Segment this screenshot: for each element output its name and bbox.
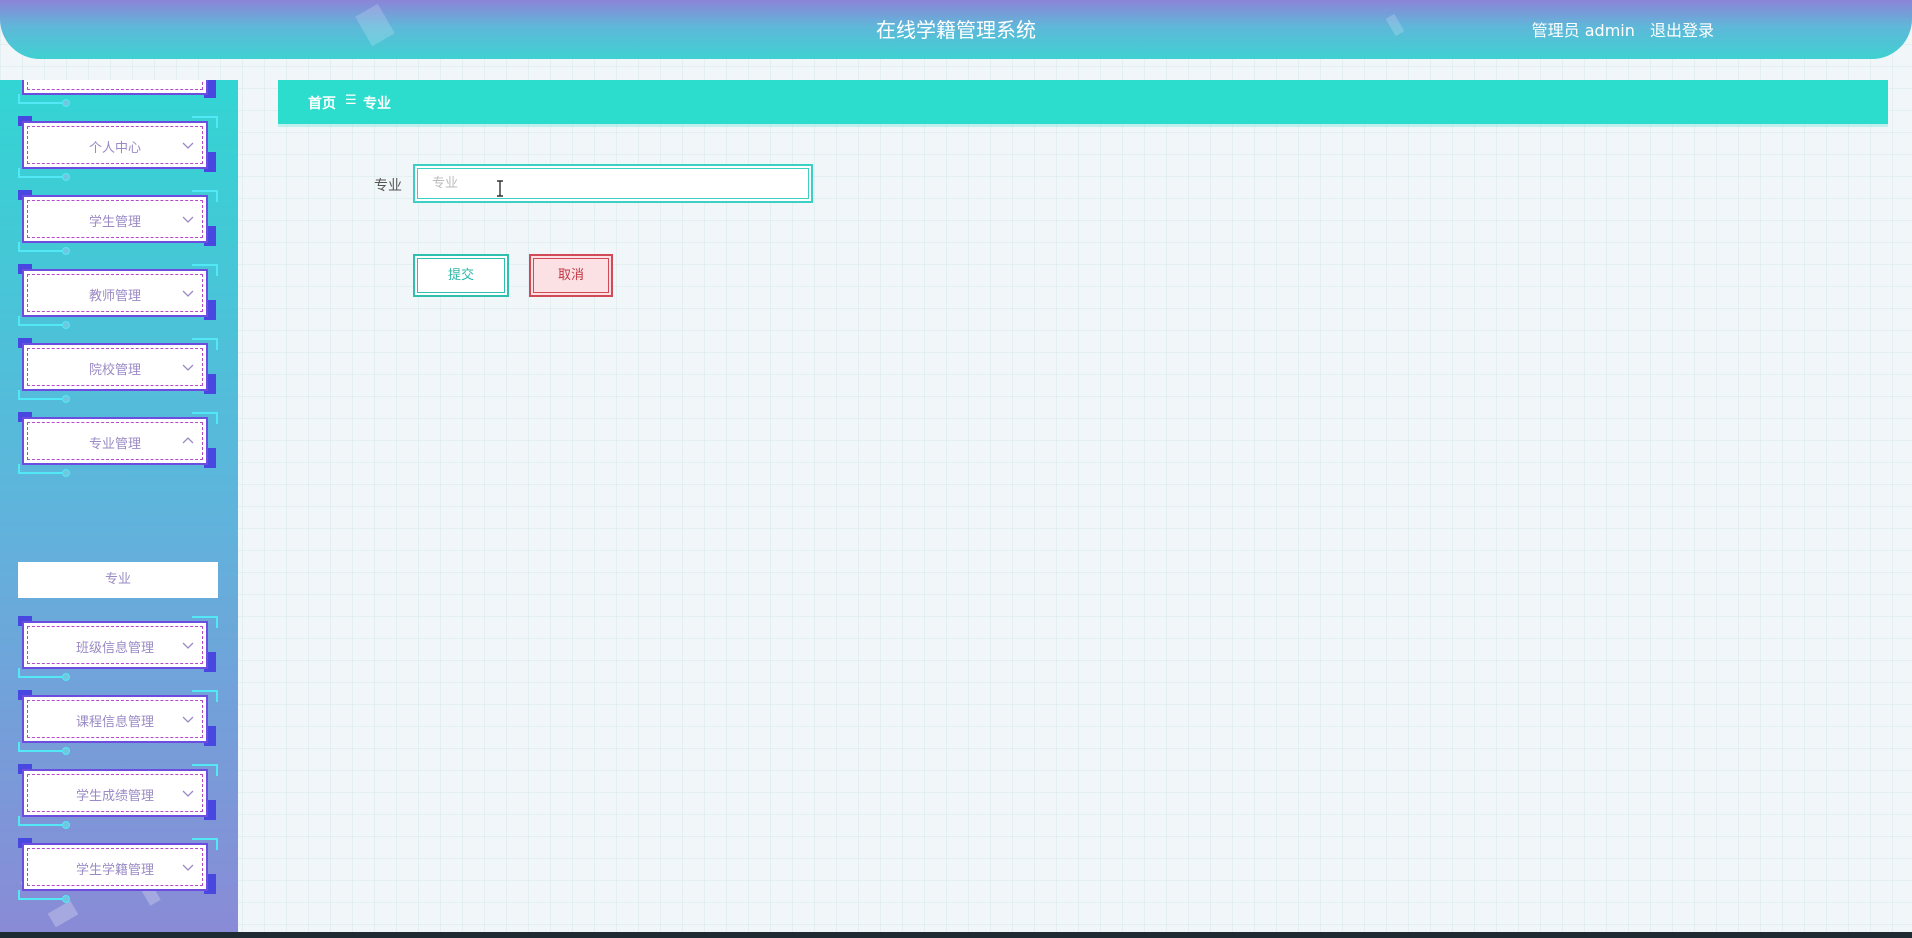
sidebar-decoration — [47, 900, 79, 928]
breadcrumb: 首页 ☰ 专业 — [278, 80, 1888, 124]
logout-link[interactable]: 退出登录 — [1650, 21, 1714, 40]
chevron-down-icon — [182, 790, 194, 797]
sidebar-item-box: 学生成绩管理 — [22, 769, 208, 817]
sidebar-item[interactable]: 课程信息管理 — [18, 690, 218, 755]
top-header: 在线学籍管理系统 管理员 admin 退出登录 — [0, 0, 1912, 59]
sidebar-item-box: 个人中心 — [22, 121, 208, 169]
sidebar-item[interactable]: 院校管理 — [18, 338, 218, 403]
frame-corner — [18, 890, 70, 903]
chevron-down-icon — [182, 642, 194, 649]
major-input-frame — [413, 164, 813, 203]
sidebar-item-box: 院校管理 — [22, 343, 208, 391]
chevron-down-icon — [182, 216, 194, 223]
frame-corner — [18, 464, 70, 477]
sidebar-item-box: 首页 — [22, 80, 208, 95]
sidebar-item-label: 教师管理 — [88, 289, 141, 304]
frame-corner — [18, 316, 70, 329]
frame-corner — [18, 390, 70, 403]
frame-corner — [18, 816, 70, 829]
frame-corner — [18, 668, 70, 681]
sidebar-item-box: 班级信息管理 — [22, 621, 208, 669]
frame-corner — [18, 242, 70, 255]
sidebar-item-box: 教师管理 — [22, 269, 208, 317]
sidebar-item[interactable]: 教师管理 — [18, 264, 218, 329]
sidebar-item[interactable]: 学生管理 — [18, 190, 218, 255]
cancel-button[interactable]: 取消 — [529, 254, 613, 297]
chevron-down-icon — [182, 142, 194, 149]
cancel-button-label: 取消 — [533, 258, 609, 293]
frame-corner — [18, 94, 70, 107]
submit-button-label: 提交 — [417, 258, 505, 293]
sidebar-item-box: 专业管理 — [22, 417, 208, 465]
submit-button[interactable]: 提交 — [413, 254, 509, 297]
chevron-down-icon — [182, 716, 194, 723]
frame-corner — [18, 168, 70, 181]
chevron-up-icon — [182, 437, 194, 444]
sidebar-item[interactable]: 学生学籍管理 — [18, 838, 218, 903]
sidebar-item[interactable]: 学生成绩管理 — [18, 764, 218, 829]
sidebar-subitem-major[interactable]: 专业 — [18, 562, 218, 598]
sidebar-item-label: 班级信息管理 — [75, 641, 154, 656]
sidebar: 首页个人中心学生管理教师管理院校管理专业管理班级信息管理课程信息管理学生成绩管理… — [0, 80, 238, 938]
sidebar-item-label: 课程信息管理 — [75, 715, 154, 730]
sidebar-item-box: 课程信息管理 — [22, 695, 208, 743]
sidebar-item-label: 院校管理 — [88, 363, 141, 378]
chevron-down-icon — [182, 364, 194, 371]
major-input[interactable] — [417, 168, 809, 199]
sidebar-item-label: 首页 — [24, 80, 206, 82]
chevron-down-icon — [182, 290, 194, 297]
sidebar-item-label: 学生成绩管理 — [75, 789, 154, 804]
sidebar-item[interactable]: 班级信息管理 — [18, 616, 218, 681]
sidebar-item-label: 个人中心 — [88, 141, 141, 156]
sidebar-item-label: 专业管理 — [88, 437, 141, 452]
user-role-label: 管理员 admin — [1531, 21, 1635, 40]
frame-corner — [18, 742, 70, 755]
sidebar-item[interactable]: 首页 — [18, 80, 218, 107]
sidebar-item[interactable]: 专业管理 — [18, 412, 218, 477]
sidebar-item-label: 学生学籍管理 — [75, 863, 154, 878]
major-field-label: 专业 — [374, 178, 402, 194]
chevron-down-icon — [182, 864, 194, 871]
user-info: 管理员 admin 退出登录 — [1532, 17, 1714, 41]
breadcrumb-separator-icon: ☰ — [345, 93, 357, 108]
sidebar-item-label: 学生管理 — [88, 215, 141, 230]
breadcrumb-home[interactable]: 首页 — [308, 93, 336, 113]
sidebar-item[interactable]: 个人中心 — [18, 116, 218, 181]
sidebar-item-box: 学生学籍管理 — [22, 843, 208, 891]
sidebar-item-box: 学生管理 — [22, 195, 208, 243]
bottom-bar — [0, 932, 1912, 938]
breadcrumb-current: 专业 — [363, 96, 391, 112]
